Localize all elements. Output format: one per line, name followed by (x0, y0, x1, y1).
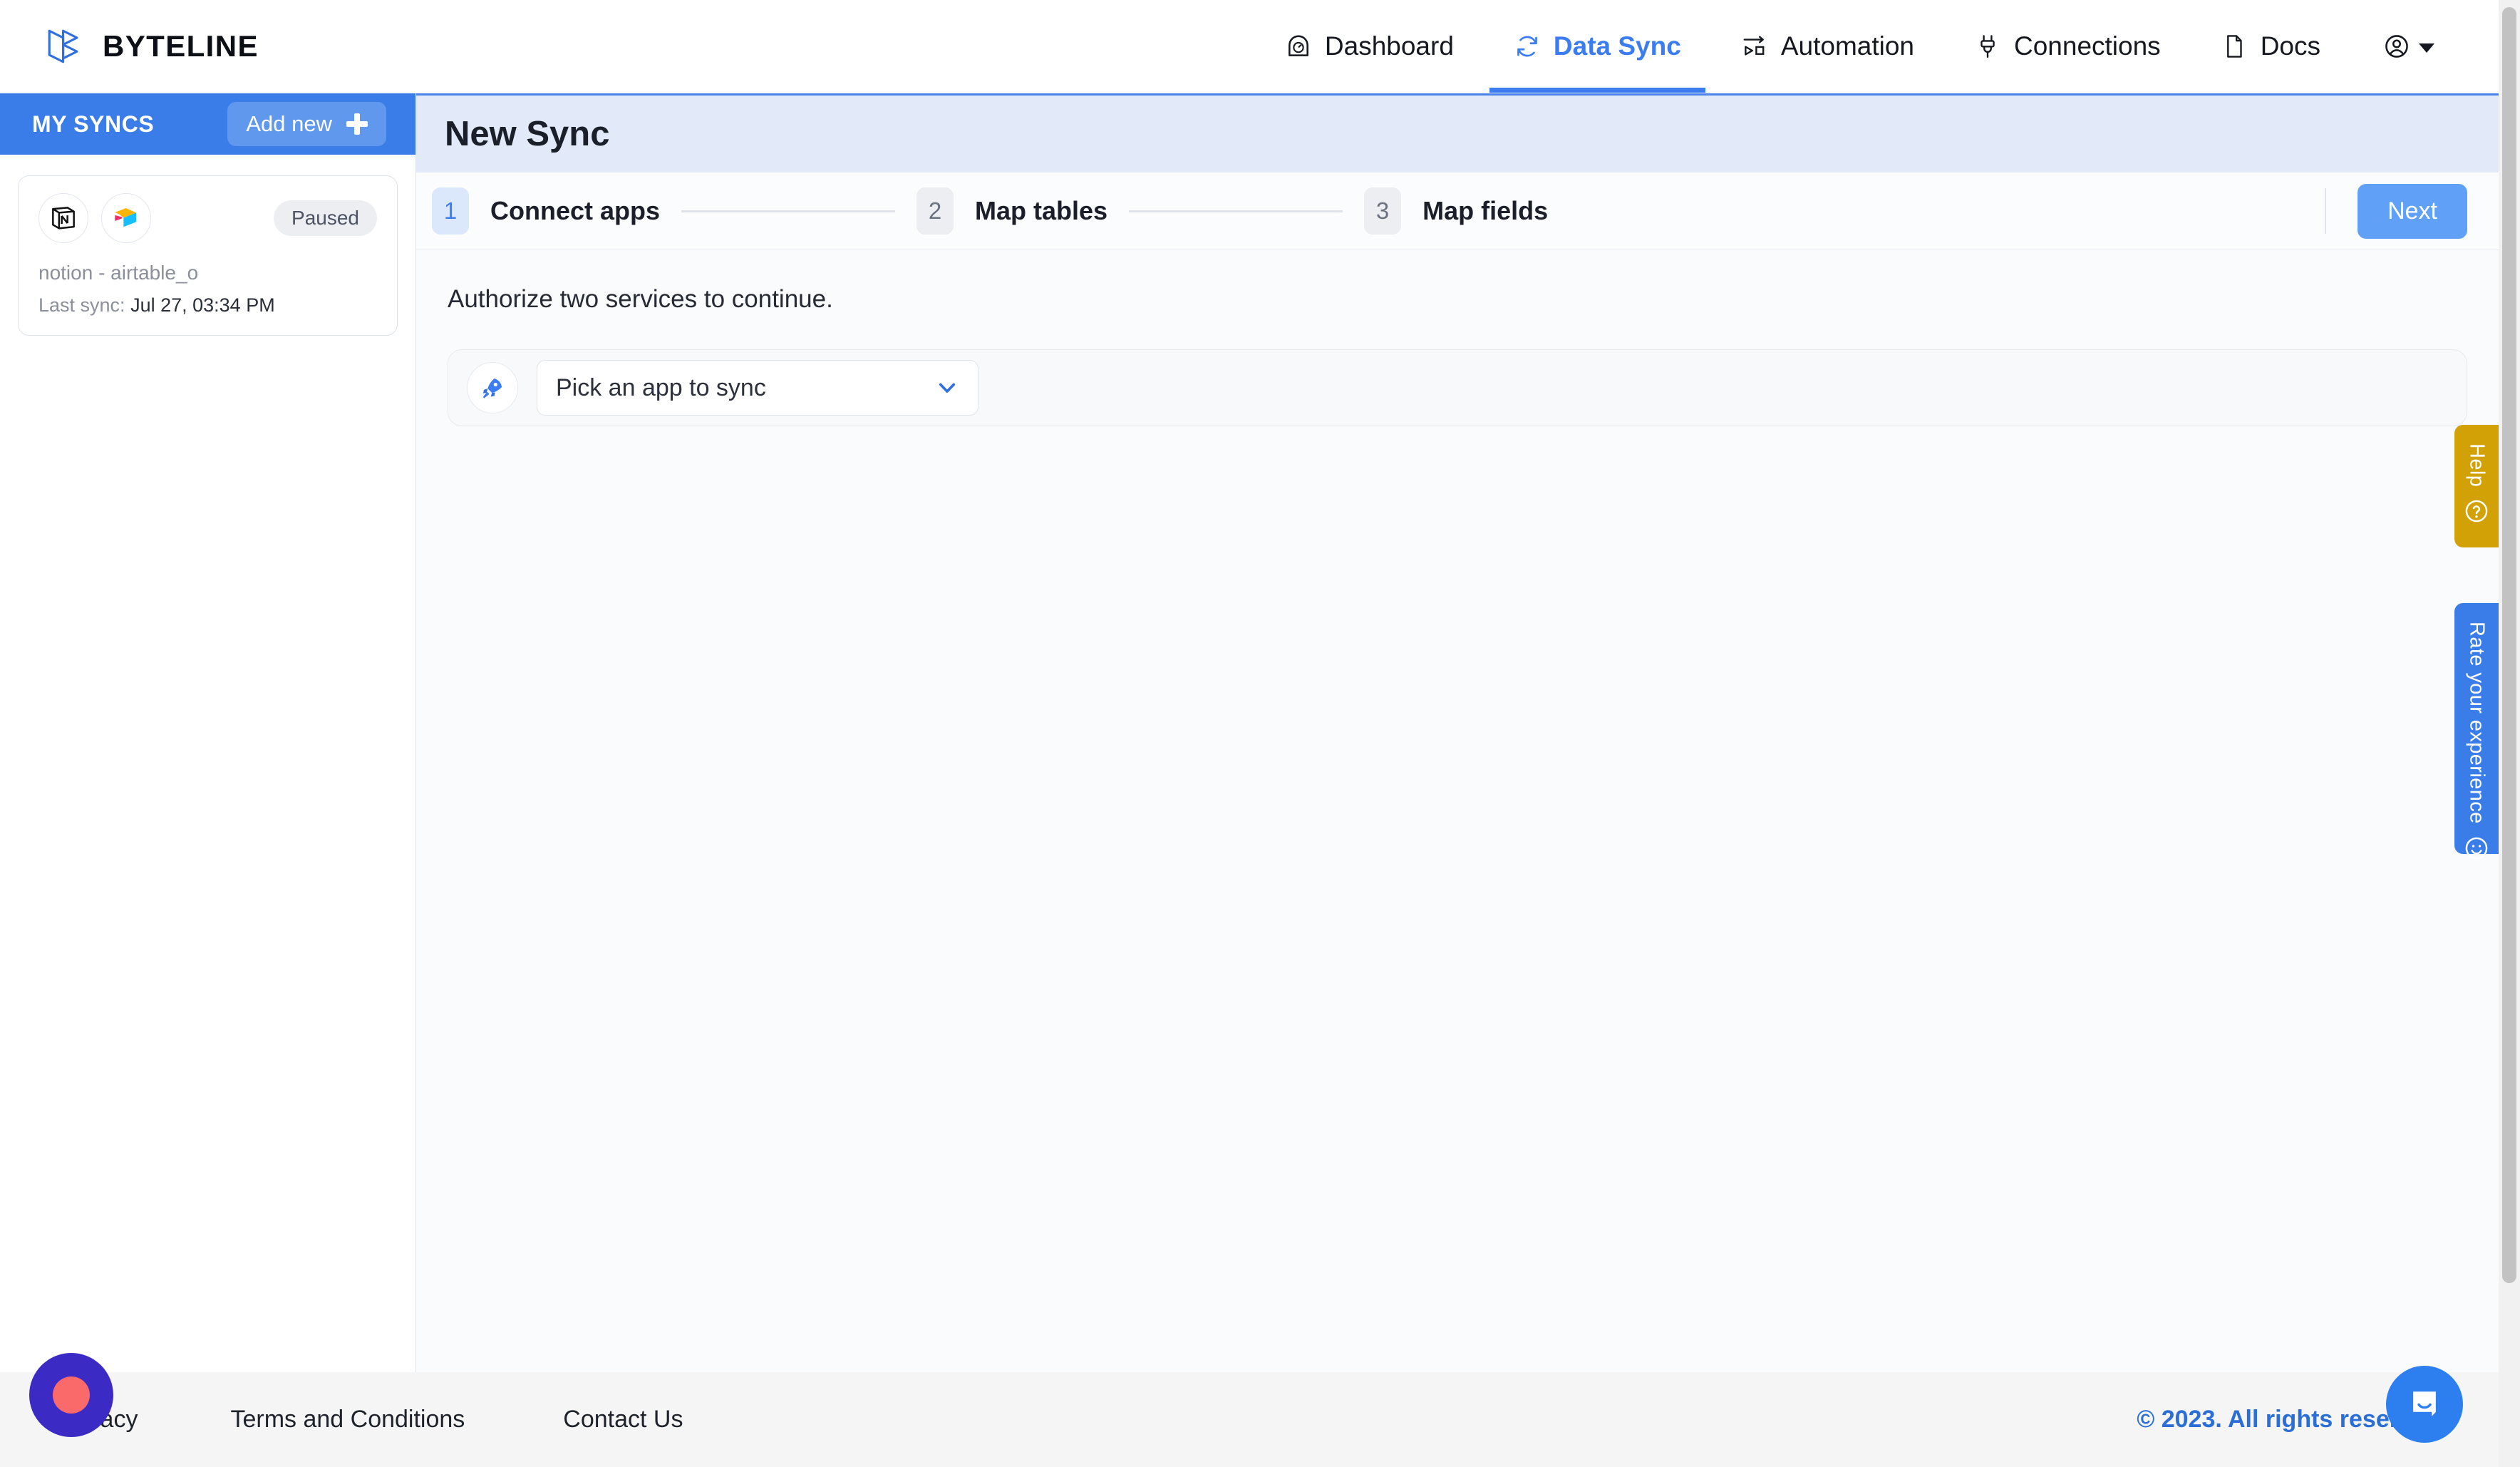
document-icon (2226, 35, 2242, 58)
airtable-icon (115, 208, 136, 227)
source-app-avatar (38, 193, 88, 243)
plus-icon (346, 113, 368, 135)
app-select-value: Pick an app to sync (556, 374, 766, 401)
chevron-down-icon (2419, 43, 2434, 53)
step-number: 3 (1364, 187, 1402, 235)
nav-item-automation[interactable]: Automation (1711, 0, 1944, 93)
brand-logo[interactable]: BYTELINE (44, 26, 259, 67)
chevron-down-icon (939, 383, 956, 393)
add-new-label: Add new (246, 111, 332, 136)
rate-tab-label: Rate your experience (2465, 622, 2489, 824)
chat-bubble-icon (2413, 1391, 2436, 1416)
sync-arrows-icon (1517, 36, 1537, 57)
step-number: 2 (916, 187, 954, 235)
status-badge: Paused (274, 200, 377, 236)
account-menu-button[interactable] (2350, 33, 2463, 60)
sidebar: MY SYNCS Add new Paused notion - airtabl… (0, 93, 416, 1372)
instruction-text: Authorize two services to continue. (448, 285, 833, 313)
step-connect-apps[interactable]: 1 Connect apps (432, 187, 660, 235)
smiley-icon (2465, 837, 2488, 859)
app-select-dropdown[interactable]: Pick an app to sync (537, 360, 978, 416)
help-tab-label: Help (2465, 443, 2489, 488)
nav-label: Connections (2014, 31, 2161, 61)
page-scrollbar-thumb[interactable] (2502, 7, 2516, 1283)
target-app-avatar (101, 193, 151, 243)
sync-list-item[interactable]: Paused notion - airtable_o Last sync: Ju… (18, 175, 398, 336)
top-navigation-bar: BYTELINE Dashboard Data Sync Automation … (0, 0, 2499, 93)
step-content: Authorize two services to continue. Pick… (416, 250, 2499, 426)
screen-record-button[interactable] (29, 1353, 113, 1437)
app-slot-avatar (467, 362, 518, 413)
page-scrollbar-track[interactable] (2499, 0, 2520, 1467)
step-label: Map tables (975, 196, 1108, 225)
step-label: Map fields (1422, 196, 1549, 225)
nav-label: Data Sync (1553, 31, 1681, 61)
plug-icon (1981, 35, 1995, 58)
footer: Privacy Terms and Conditions Contact Us … (0, 1372, 2499, 1467)
gauge-icon (1288, 35, 1308, 56)
add-new-sync-button[interactable]: Add new (227, 102, 386, 146)
step-map-fields[interactable]: 3 Map fields (1364, 187, 1548, 235)
help-tab-button[interactable]: Help (2454, 425, 2499, 547)
page-banner: New Sync (416, 93, 2499, 173)
user-circle-icon (2385, 35, 2408, 58)
main-content: New Sync 1 Connect apps 2 Map tables 3 M… (416, 93, 2499, 1372)
nav-label: Automation (1780, 31, 1914, 61)
page-title: New Sync (445, 115, 610, 153)
record-icon (53, 1376, 90, 1414)
step-label: Connect apps (490, 196, 661, 225)
nav-label: Docs (2260, 31, 2320, 61)
chat-launcher-button[interactable] (2386, 1366, 2463, 1443)
nav-links: Dashboard Data Sync Automation Connectio… (1255, 0, 2463, 93)
sync-name: notion - airtable_o (38, 262, 199, 284)
app-picker-panel: Pick an app to sync (448, 349, 2467, 426)
step-number: 1 (432, 187, 469, 235)
last-sync-label: Last sync: (38, 294, 125, 316)
last-sync-value: Jul 27, 03:34 PM (130, 294, 275, 316)
sidebar-header: MY SYNCS Add new (0, 93, 415, 155)
footer-link-contact[interactable]: Contact Us (563, 1406, 683, 1433)
byteline-logo-icon (48, 29, 78, 63)
nav-item-data-sync[interactable]: Data Sync (1484, 0, 1711, 93)
sidebar-title: MY SYNCS (32, 110, 155, 137)
step-connector (681, 210, 896, 212)
rate-experience-tab-button[interactable]: Rate your experience (2454, 603, 2499, 859)
footer-link-terms[interactable]: Terms and Conditions (230, 1406, 465, 1433)
notion-icon (52, 207, 75, 230)
step-map-tables[interactable]: 2 Map tables (916, 187, 1107, 235)
stepper-divider (2325, 188, 2327, 234)
next-button[interactable]: Next (2358, 183, 2467, 239)
nav-item-dashboard[interactable]: Dashboard (1255, 0, 1484, 93)
question-circle-icon (2465, 500, 2488, 523)
nav-item-connections[interactable]: Connections (1944, 0, 2191, 93)
sync-last-run: Last sync: Jul 27, 03:34 PM (38, 294, 377, 316)
sync-card-header: Paused (38, 193, 377, 243)
nav-item-docs[interactable]: Docs (2191, 0, 2350, 93)
flow-icon (1743, 36, 1765, 56)
wizard-stepper: 1 Connect apps 2 Map tables 3 Map fields… (416, 173, 2499, 250)
nav-label: Dashboard (1324, 31, 1454, 61)
step-connector (1129, 210, 1343, 212)
rocket-icon (482, 379, 502, 398)
brand-name: BYTELINE (103, 29, 259, 63)
